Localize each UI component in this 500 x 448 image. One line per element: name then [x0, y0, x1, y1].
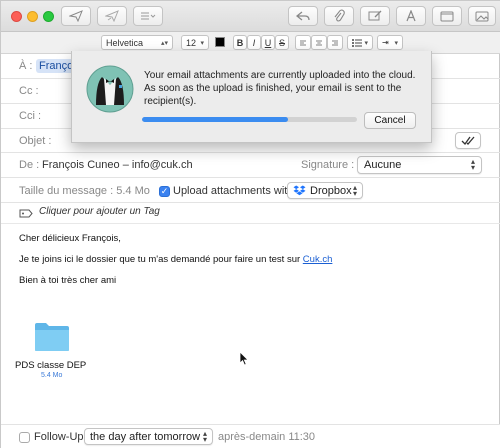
followup-checkbox[interactable] — [19, 432, 30, 443]
cuk-link[interactable]: Cuk.ch — [303, 254, 333, 265]
strikethrough-button[interactable]: S — [275, 35, 289, 50]
chevron-down-icon: ▾ — [394, 39, 398, 47]
list-options-button[interactable] — [133, 6, 163, 26]
italic-button[interactable]: I — [247, 35, 261, 50]
align-right-button[interactable] — [327, 35, 343, 50]
reply-arrow-icon — [296, 11, 310, 21]
list-icon — [141, 12, 156, 20]
attachment-name: PDS classe DEP — [15, 360, 87, 371]
from-label: De : — [19, 159, 40, 171]
font-family-select[interactable]: Helvetica ▴▾ — [101, 35, 173, 50]
upload-progress-bar — [142, 117, 357, 122]
from-value[interactable]: François Cuneo – info@cuk.ch — [42, 159, 193, 171]
align-center-button[interactable] — [311, 35, 327, 50]
align-left-button[interactable] — [295, 35, 311, 50]
window-icon — [440, 11, 454, 22]
to-label: À : — [19, 60, 33, 72]
followup-option: the day after tomorrow — [90, 430, 201, 443]
tuxedo-app-icon — [86, 65, 134, 113]
close-window-button[interactable] — [11, 11, 22, 22]
align-center-icon — [316, 40, 322, 45]
indent-select[interactable]: ⇥ ▾ — [377, 35, 403, 50]
pencil-box-icon — [368, 10, 382, 21]
add-tag-label: Cliquer pour ajouter un Tag — [39, 206, 160, 217]
chevron-updown-icon: ▴▾ — [160, 39, 168, 47]
bold-button[interactable]: B — [233, 35, 247, 50]
underline-label: U — [264, 37, 272, 48]
upload-service-value: Dropbox — [310, 184, 352, 197]
font-size-value: 12 — [186, 37, 197, 48]
upload-message: Your email attachments are currently upl… — [144, 70, 416, 107]
upload-progress-fill — [142, 117, 289, 122]
folder-icon — [35, 323, 69, 351]
fonts-button[interactable] — [396, 6, 426, 26]
followup-select[interactable]: the day after tomorrow ▴ ▾ — [84, 428, 213, 445]
upload-attachments-checkbox[interactable]: ✓ — [159, 186, 170, 197]
strike-label: S — [279, 37, 286, 48]
send-button[interactable] — [61, 6, 91, 26]
send-later-button[interactable] — [97, 6, 127, 26]
from-row: De : François Cuneo – info@cuk.ch Signat… — [1, 153, 500, 178]
chevron-updown-icon: ▴▾ — [352, 182, 357, 198]
subject-label: Objet : — [19, 135, 52, 147]
tag-row[interactable]: Cliquer pour ajouter un Tag — [1, 203, 500, 224]
chevron-down-icon: ▾ — [364, 39, 368, 47]
size-row: Taille du message : 5.4 Mo ✓ Upload atta… — [1, 178, 500, 203]
bullet-list-icon — [352, 38, 362, 47]
underline-button[interactable]: U — [261, 35, 275, 50]
font-size-select[interactable]: 12 ▾ — [181, 35, 209, 50]
message-body[interactable]: Cher délicieux François, Je te joins ici… — [1, 224, 500, 424]
tag-icon — [19, 209, 33, 218]
minimize-window-button[interactable] — [27, 11, 38, 22]
browser-button[interactable] — [432, 6, 462, 26]
body-line-content-text: Je te joins ici le dossier que tu m'as d… — [19, 254, 303, 265]
cancel-upload-button[interactable]: Cancel — [364, 112, 416, 129]
signature-label: Signature : — [301, 159, 355, 171]
body-line-greeting: Cher délicieux François, — [19, 233, 121, 244]
italic-label: I — [252, 37, 256, 48]
followup-date: après-demain 11:30 — [218, 431, 316, 443]
photo-browser-button[interactable] — [468, 6, 496, 26]
double-check-icon — [461, 136, 475, 145]
body-line-content: Je te joins ici le dossier que tu m'as d… — [19, 254, 332, 265]
mark-read-button[interactable] — [455, 132, 481, 149]
markup-button[interactable] — [360, 6, 390, 26]
toolbar — [1, 1, 500, 32]
font-family-value: Helvetica — [106, 37, 144, 48]
zoom-window-button[interactable] — [43, 11, 54, 22]
send-icon — [69, 10, 83, 22]
signature-select[interactable]: Aucune ▴ ▾ — [357, 156, 482, 174]
attachment-size: 5.4 Mo — [41, 372, 63, 379]
bold-label: B — [236, 37, 244, 48]
send-later-icon — [105, 10, 119, 22]
paperclip-icon — [334, 9, 345, 22]
followup-label: Follow-Up — [34, 431, 84, 443]
align-left-icon — [300, 40, 306, 45]
attach-button[interactable] — [324, 6, 354, 26]
photo-icon — [475, 11, 489, 22]
list-style-select[interactable]: ▾ — [347, 35, 373, 50]
mouse-cursor-icon — [239, 351, 249, 366]
upload-attachments-label: Upload attachments with — [173, 185, 294, 197]
message-size-label: Taille du message : 5.4 Mo — [19, 185, 150, 197]
dropbox-icon — [293, 185, 306, 196]
indent-icon: ⇥ — [382, 38, 389, 47]
attachment[interactable]: PDS classe DEP 5.4 Mo — [15, 321, 95, 381]
chevron-updown-icon: ▴▾ — [470, 157, 475, 172]
footer-bar: Follow-Up the day after tomorrow ▴ ▾ aprè… — [1, 424, 500, 448]
chevron-updown-icon: ▴▾ — [202, 428, 207, 444]
chevron-updown-icon: ▾ — [200, 39, 204, 47]
cc-label: Cc : — [19, 85, 39, 97]
body-line-closing: Bien à toi très cher ami — [19, 275, 117, 286]
font-icon — [406, 10, 416, 22]
compose-window: Helvetica ▴▾ 12 ▾ B I U S ▾ ⇥ ▾ À : Fran… — [0, 0, 500, 448]
upload-service-select[interactable]: Dropbox ▴ ▾ — [287, 182, 363, 199]
reply-button[interactable] — [288, 6, 318, 26]
bcc-label: Cci : — [19, 110, 41, 122]
align-right-icon — [332, 40, 338, 45]
text-color-swatch[interactable] — [215, 37, 225, 47]
upload-progress-sheet: Your email attachments are currently upl… — [71, 51, 432, 143]
signature-value: Aucune — [364, 159, 402, 171]
